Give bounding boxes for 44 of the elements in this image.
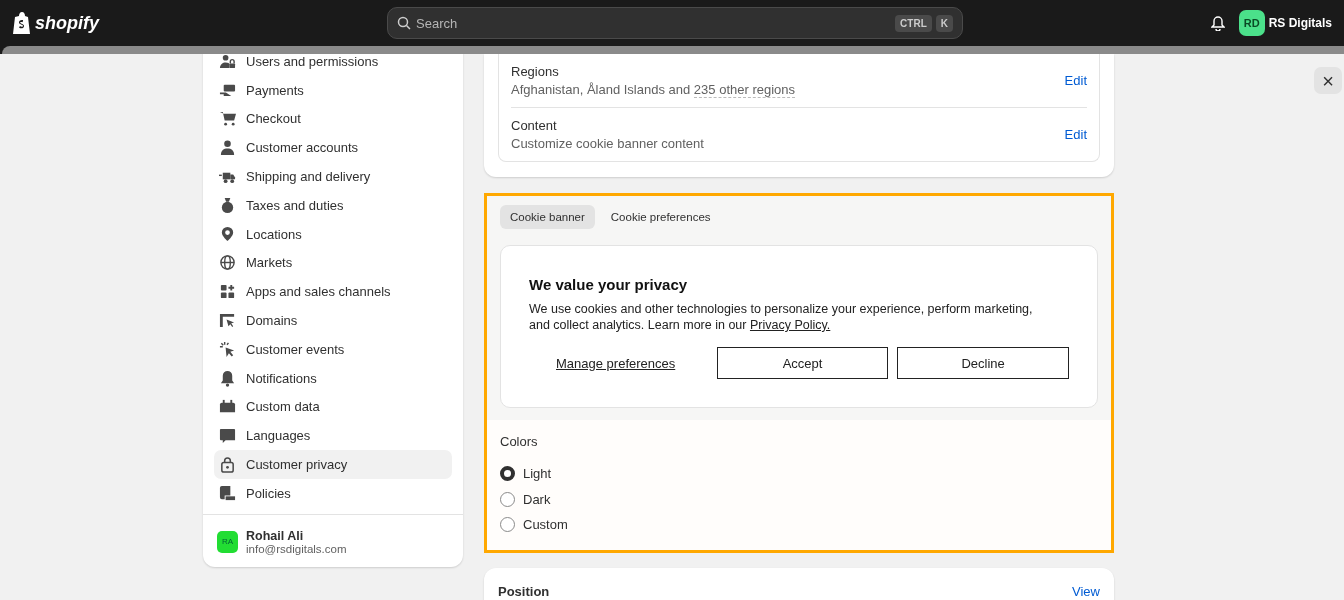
setting-value: Afghanistan, Åland Islands and 235 other regions: [511, 82, 796, 97]
sidebar-item[interactable]: Languages: [214, 421, 452, 451]
preview-tab[interactable]: Cookie banner: [500, 205, 595, 229]
setting-title: Content: [511, 118, 558, 133]
banner-button[interactable]: Accept: [716, 347, 889, 379]
sidebar-item[interactable]: Customer events: [214, 334, 452, 364]
sidebar-item[interactable]: Notifications: [214, 363, 452, 393]
sidebar-item[interactable]: Policies: [214, 478, 452, 508]
logo-wordmark[interactable]: shopify: [35, 12, 99, 34]
manage-preferences-link[interactable]: Manage preferences: [556, 355, 708, 371]
color-option[interactable]: Custom: [500, 512, 1098, 538]
sidebar-item[interactable]: Payments: [214, 75, 452, 105]
setting-value: Customize cookie banner content: [511, 136, 704, 151]
sidebar-item[interactable]: Custom data: [214, 392, 452, 422]
sidebar-item[interactable]: Users and permissions: [214, 54, 452, 76]
banner-text: We use cookies and other technologies to personalize your experience, perform marketing, and collect analytics. Learn more in our Privacy Policy.: [529, 301, 1034, 333]
privacy-policy-link[interactable]: Privacy Policy.: [749, 318, 831, 332]
user-name: Rohail Ali: [246, 528, 305, 543]
sidebar-item[interactable]: Customer privacy: [214, 450, 452, 479]
color-option[interactable]: Dark: [500, 486, 1098, 512]
sidebar-item[interactable]: Locations: [214, 219, 452, 249]
sidebar-item[interactable]: Shipping and delivery: [214, 162, 452, 191]
sidebar-item[interactable]: Checkout: [214, 104, 452, 134]
position-title: Position: [498, 583, 550, 599]
store-avatar[interactable]: RD: [1238, 10, 1265, 36]
colors-label: Colors: [500, 434, 539, 449]
sidebar-item[interactable]: Customer accounts: [214, 133, 452, 163]
edit-link[interactable]: Edit: [1064, 73, 1087, 88]
edit-link[interactable]: Edit: [1064, 127, 1087, 142]
user-email: info@rsdigitals.com: [246, 542, 347, 555]
keyboard-key: CTRL: [895, 15, 932, 32]
preview-tab[interactable]: Cookie preferences: [600, 205, 721, 229]
store-name[interactable]: RS Digitals: [1268, 16, 1332, 30]
banner-title: We value your privacy: [529, 276, 689, 293]
close-button[interactable]: ×: [1314, 67, 1342, 94]
color-option[interactable]: Light: [500, 461, 1098, 487]
user-avatar: RA: [217, 530, 238, 553]
view-link[interactable]: View: [1072, 583, 1100, 599]
sidebar-item[interactable]: Taxes and duties: [214, 191, 452, 220]
sidebar-item[interactable]: Domains: [214, 306, 452, 335]
sidebar-item[interactable]: Apps and sales channels: [214, 277, 452, 307]
banner-button[interactable]: Decline: [897, 347, 1069, 379]
sidebar-item[interactable]: Markets: [214, 248, 452, 278]
setting-title: Regions: [511, 64, 560, 79]
